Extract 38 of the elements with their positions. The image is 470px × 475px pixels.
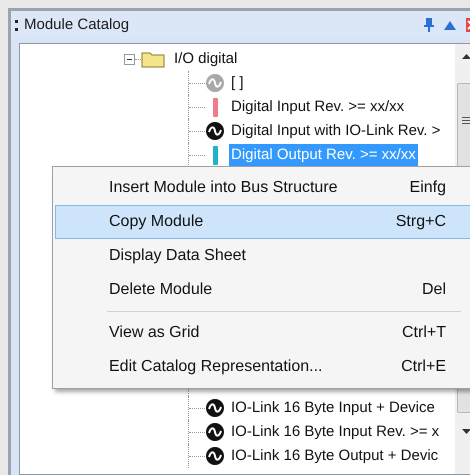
menu-label: Copy Module	[109, 212, 204, 232]
triangle-up-icon[interactable]	[444, 20, 456, 30]
wave-circle-icon	[206, 423, 224, 441]
menu-label: Insert Module into Bus Structure	[109, 178, 338, 198]
tree-item[interactable]: Digital Input with IO-Link Rev. >	[229, 120, 442, 142]
shortcut-text: Ctrl+E	[400, 357, 446, 377]
grip-lines-icon	[462, 117, 470, 124]
wave-circle-icon	[206, 399, 224, 417]
wave-circle-icon	[206, 447, 224, 465]
tree-item[interactable]: [ ]	[229, 72, 246, 94]
menu-label: Delete Module	[109, 280, 212, 300]
menu-label: View as Grid	[109, 323, 200, 343]
panel-title: Module Catalog	[24, 14, 130, 35]
shortcut-text: Del	[420, 280, 446, 300]
tree-item[interactable]: IO-Link 16 Byte Input + Device	[229, 396, 437, 420]
wave-circle-icon	[206, 74, 224, 92]
menu-label: Edit Catalog Representation...	[109, 357, 322, 377]
menu-item[interactable]: Delete Module Del	[55, 273, 470, 307]
menu-item[interactable]: Copy Module Strg+C	[55, 205, 470, 239]
scroll-up-icon[interactable]	[462, 54, 470, 59]
scroll-down-icon[interactable]	[462, 429, 470, 434]
shortcut-text: Strg+C	[394, 212, 446, 232]
tree-item[interactable]: IO-Link 16 Byte Output + Devic	[229, 444, 440, 468]
grip-icon[interactable]	[15, 20, 18, 30]
folder-icon	[141, 50, 165, 68]
pin-icon[interactable]	[424, 18, 434, 32]
tree-item[interactable]: Digital Input Rev. >= xx/xx	[229, 96, 406, 118]
collapse-icon[interactable]	[124, 54, 135, 64]
wave-circle-icon	[206, 122, 224, 140]
tree-item[interactable]: IO-Link 16 Byte Input Rev. >= x	[229, 420, 442, 444]
shortcut-text: Einfg	[408, 178, 446, 198]
menu-item[interactable]: Display Data Sheet	[55, 239, 470, 273]
tree-item[interactable]: I/O digital	[174, 48, 238, 70]
menu-item[interactable]: Edit Catalog Representation... Ctrl+E	[55, 350, 470, 384]
menu-item[interactable]: Insert Module into Bus Structure Einfg	[55, 171, 470, 205]
menu-label: Display Data Sheet	[109, 246, 246, 266]
menu-item[interactable]: View as Grid Ctrl+T	[55, 316, 470, 350]
shortcut-text: Ctrl+T	[401, 323, 446, 343]
